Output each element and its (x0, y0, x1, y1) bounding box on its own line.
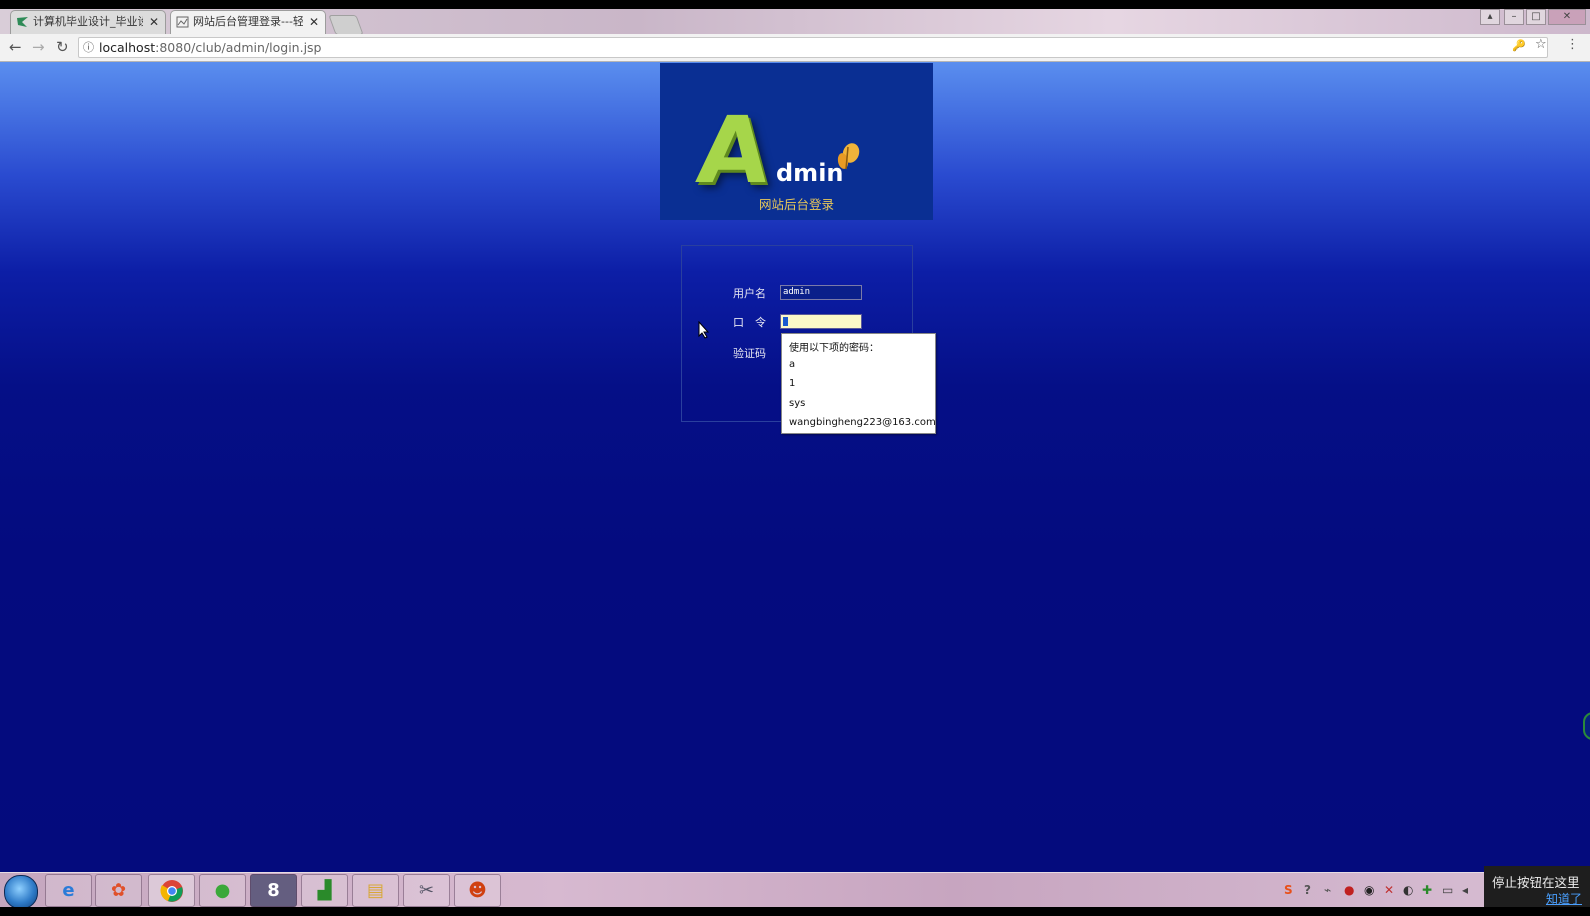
taskbar-app-icon[interactable]: ☻ (454, 874, 501, 907)
tab-close-icon[interactable]: ✕ (149, 11, 159, 33)
back-icon[interactable]: ← (9, 38, 22, 56)
taskbar-ie-icon[interactable]: e (45, 874, 92, 907)
taskbar-folder-icon[interactable]: ▤ (352, 874, 399, 907)
mouse-pointer-icon (698, 321, 710, 339)
tray-usb-icon[interactable]: ⌁ (1324, 883, 1331, 897)
taskbar-media-icon[interactable]: ✿ (95, 874, 142, 907)
username-input[interactable]: admin (780, 285, 862, 300)
password-autofill-dropdown: 使用以下项的密码： a 1 sys wangbingheng223@163.co… (781, 333, 936, 434)
start-button[interactable] (4, 875, 38, 909)
admin-logo: A dmin 网站后台登录 (660, 63, 933, 220)
taskbar-editor-icon[interactable]: 8 (250, 874, 297, 907)
autofill-option[interactable]: a (789, 359, 795, 370)
url-host: localhost (99, 40, 156, 55)
tray-network-icon[interactable]: ▭ (1442, 883, 1453, 897)
captcha-label: 验证码 (733, 347, 766, 360)
close-window-icon[interactable]: ✕ (1548, 9, 1586, 25)
butterfly-icon (837, 143, 860, 170)
notice-dismiss-link[interactable]: 知道了 (1546, 890, 1582, 907)
url-input[interactable]: ⓘ localhost:8080/club/admin/login.jsp (78, 37, 1548, 58)
login-page: A dmin 网站后台登录 用户名 admin 口 令 验证码 (0, 62, 1590, 872)
stop-button-notice: 停止按钮在这里 知道了 (1484, 866, 1590, 907)
notice-text: 停止按钮在这里 (1492, 875, 1580, 890)
os-taskbar: e ✿ ● 8 ▟ ▤ ✂ ☻ S ? ⌁ ● ◉ ✕ ◐ ✚ ▭ ◂ (0, 872, 1590, 909)
key-icon[interactable]: 🔑 (1512, 39, 1526, 52)
reload-icon[interactable]: ↻ (56, 38, 69, 56)
autofill-option[interactable]: wangbingheng223@163.com (789, 417, 936, 428)
taskbar-chrome-icon[interactable] (148, 874, 195, 907)
site-info-icon[interactable]: ⓘ (83, 38, 94, 57)
tray-volume-icon[interactable]: ◂ (1462, 883, 1468, 897)
forward-icon[interactable]: → (32, 38, 45, 56)
password-input[interactable] (780, 314, 862, 329)
tray-sogou-icon[interactable]: S (1284, 883, 1293, 897)
side-floating-button[interactable] (1583, 712, 1590, 740)
browser-titlebar: 计算机毕业设计_毕业设计 ✕ 网站后台管理登录---轻 ✕ ▴ – □ ✕ (0, 0, 1590, 35)
logo-letter: A (692, 97, 775, 204)
maximize-icon[interactable]: □ (1526, 9, 1546, 25)
minimize-icon[interactable]: – (1504, 9, 1524, 25)
tray-security-icon[interactable]: ● (1344, 883, 1354, 897)
tray-app-icon[interactable]: ✕ (1384, 883, 1394, 897)
tray-qq-icon[interactable]: ◉ (1364, 883, 1374, 897)
tray-help-icon[interactable]: ? (1304, 883, 1311, 897)
tab-title: 计算机毕业设计_毕业设计 (33, 15, 143, 28)
taskbar-sogou-icon[interactable]: ● (199, 874, 246, 907)
bookmark-star-icon[interactable]: ☆ (1535, 37, 1547, 52)
site-favicon-icon (17, 17, 28, 27)
page-favicon-icon (176, 16, 189, 28)
autofill-option[interactable]: sys (789, 398, 805, 409)
taskbar-chart-icon[interactable]: ▟ (301, 874, 348, 907)
chrome-icon (159, 880, 183, 902)
logo-subtitle: 网站后台登录 (758, 197, 834, 212)
autofill-option[interactable]: 1 (789, 378, 795, 389)
text-caret (783, 317, 788, 326)
autofill-header: 使用以下项的密码： (789, 343, 879, 354)
new-tab-button[interactable] (328, 15, 364, 35)
taskbar-tools-icon[interactable]: ✂ (403, 874, 450, 907)
address-toolbar: ← → ↻ ⓘ localhost:8080/club/admin/login.… (0, 34, 1590, 62)
screen-bottom-border (0, 907, 1590, 916)
tray-sync-icon[interactable]: ◐ (1403, 883, 1413, 897)
tab-title: 网站后台管理登录---轻 (193, 15, 303, 28)
url-path: :8080/club/admin/login.jsp (155, 40, 322, 55)
tab-close-icon[interactable]: ✕ (309, 11, 319, 33)
tab-admin-login[interactable]: 网站后台管理登录---轻 ✕ (170, 10, 326, 34)
password-label: 口 令 (733, 316, 766, 329)
menu-icon[interactable]: ⋮ (1566, 37, 1579, 52)
tray-shield-icon[interactable]: ✚ (1422, 883, 1432, 897)
tab-graduation-design[interactable]: 计算机毕业设计_毕业设计 ✕ (10, 10, 166, 34)
user-icon[interactable]: ▴ (1480, 9, 1500, 25)
username-label: 用户名 (733, 287, 766, 300)
